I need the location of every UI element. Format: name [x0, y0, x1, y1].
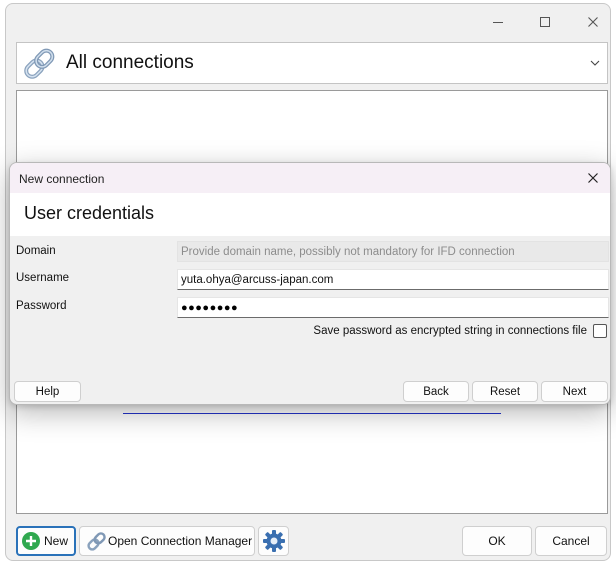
chain-link-icon	[87, 532, 106, 551]
add-icon	[22, 532, 40, 550]
save-password-label: Save password as encrypted string in con…	[313, 325, 587, 337]
back-button[interactable]: Back	[403, 381, 469, 402]
cancel-button[interactable]: Cancel	[535, 526, 607, 556]
new-button[interactable]: New	[16, 526, 76, 556]
help-button[interactable]: Help	[14, 381, 81, 402]
close-icon	[588, 17, 598, 27]
minimize-button[interactable]	[483, 12, 513, 32]
domain-placeholder: Provide domain name, possibly not mandat…	[181, 245, 515, 258]
minimize-icon	[493, 22, 503, 23]
chain-link-icon	[24, 48, 55, 79]
ok-button[interactable]: OK	[462, 526, 532, 556]
dialog-titlebar: New connection	[10, 163, 610, 193]
username-value: yuta.ohya@arcuss-japan.com	[181, 273, 334, 286]
password-field[interactable]: ●●●●●●●●	[177, 297, 609, 318]
settings-button[interactable]	[258, 526, 289, 556]
username-label: Username	[16, 272, 70, 284]
domain-field[interactable]: Provide domain name, possibly not mandat…	[177, 241, 609, 262]
password-value: ●●●●●●●●	[181, 301, 239, 314]
domain-label: Domain	[16, 245, 56, 257]
close-button[interactable]	[578, 12, 608, 32]
save-password-checkbox[interactable]	[593, 324, 607, 338]
new-button-label: New	[44, 534, 69, 548]
dialog-heading: User credentials	[24, 203, 155, 223]
open-connection-manager-label: Open Connection Manager	[108, 534, 253, 548]
chevron-down-icon[interactable]	[589, 57, 601, 69]
new-connection-dialog: New connection User credentials Domain P…	[9, 162, 611, 405]
open-connection-manager-button[interactable]: Open Connection Manager	[79, 526, 255, 556]
connections-combo-value: All connections	[66, 52, 194, 73]
connections-combo[interactable]: All connections	[16, 42, 608, 84]
reset-button[interactable]: Reset	[472, 381, 538, 402]
maximize-icon	[540, 17, 550, 27]
password-label: Password	[16, 300, 67, 312]
dialog-header: User credentials	[10, 193, 610, 236]
dialog-close-button[interactable]	[582, 168, 604, 188]
maximize-button[interactable]	[530, 12, 560, 32]
dialog-title: New connection	[19, 172, 105, 186]
gear-icon	[262, 530, 285, 552]
next-button[interactable]: Next	[541, 381, 608, 402]
username-field[interactable]: yuta.ohya@arcuss-japan.com	[177, 269, 609, 290]
close-icon	[588, 173, 598, 183]
